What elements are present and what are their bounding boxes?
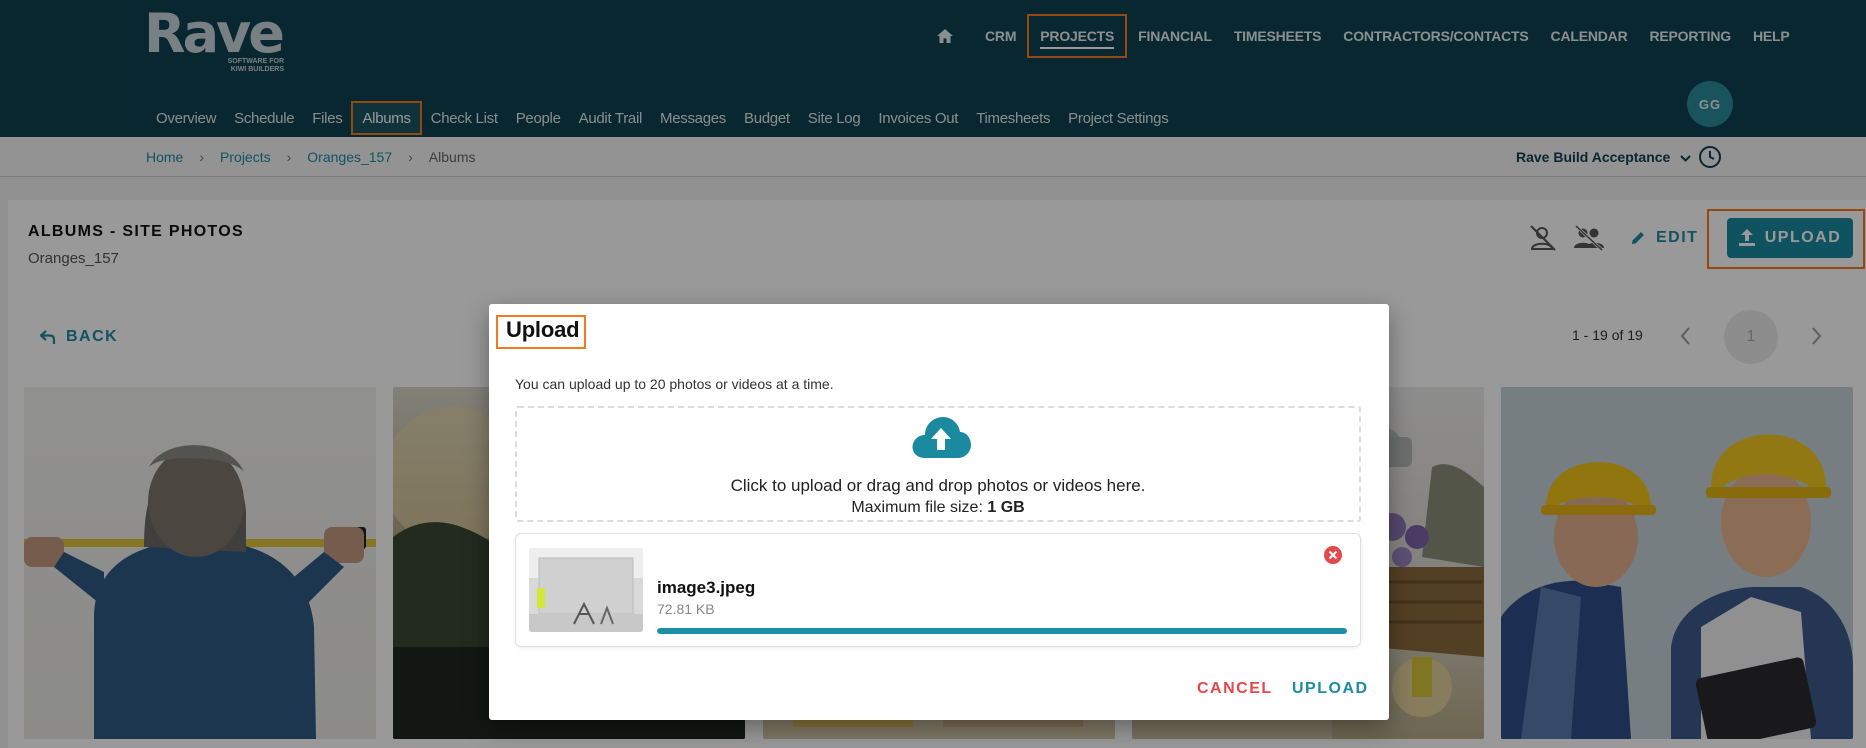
upload-progress-bar xyxy=(657,628,1347,634)
upload-progress-fill xyxy=(657,628,1347,634)
file-thumbnail xyxy=(529,548,643,632)
remove-file-icon[interactable] xyxy=(1323,545,1343,565)
upload-hint: You can upload up to 20 photos or videos… xyxy=(515,376,834,392)
dialog-upload-button[interactable]: UPLOAD xyxy=(1292,680,1369,698)
dropzone-max-size: Maximum file size: 1 GB xyxy=(851,499,1025,516)
max-size-value: 1 GB xyxy=(987,499,1025,516)
file-name: image3.jpeg xyxy=(657,578,756,597)
upload-dropzone[interactable]: Click to upload or drag and drop photos … xyxy=(515,406,1361,522)
cloud-upload-icon xyxy=(909,412,973,464)
dialog-title: Upload xyxy=(506,317,580,342)
file-size: 72.81 KB xyxy=(657,601,715,617)
upload-dialog: Upload You can upload up to 20 photos or… xyxy=(489,304,1389,720)
upload-file-item: image3.jpeg 72.81 KB xyxy=(515,533,1361,647)
dropzone-instruction: Click to upload or drag and drop photos … xyxy=(730,476,1146,495)
cancel-button[interactable]: CANCEL xyxy=(1197,680,1273,698)
